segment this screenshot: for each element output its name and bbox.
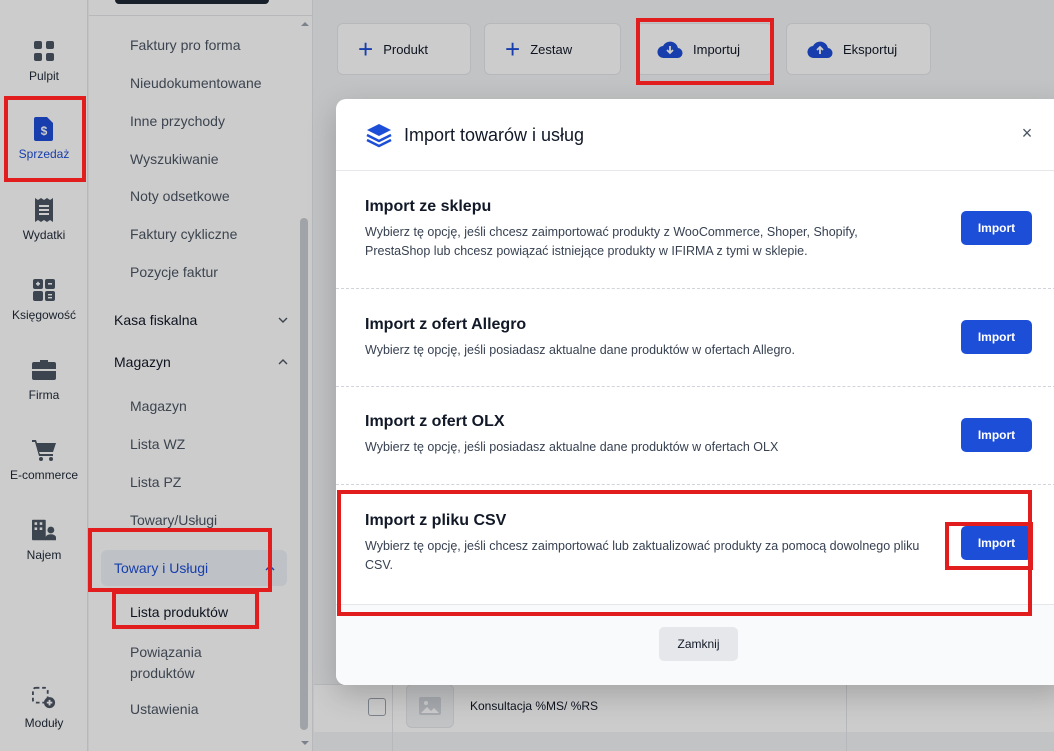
option-description: Wybierz tę opcję, jeśli chcesz zaimporto… — [365, 539, 920, 572]
import-option-csv: Import z pliku CSV Wybierz tę opcję, jeś… — [336, 485, 1054, 604]
import-modal: Import towarów i usług × Import ze sklep… — [336, 99, 1054, 685]
option-title: Import z pliku CSV — [365, 512, 507, 529]
import-csv-button[interactable]: Import — [961, 526, 1032, 560]
import-sklep-button[interactable]: Import — [961, 211, 1032, 245]
option-description: Wybierz tę opcję, jeśli posiadasz aktual… — [365, 343, 795, 357]
layers-icon — [366, 124, 392, 148]
import-allegro-button[interactable]: Import — [961, 320, 1032, 354]
modal-footer: Zamknij — [336, 604, 1054, 685]
import-option-allegro: Import z ofert Allegro Wybierz tę opcję,… — [336, 289, 1054, 387]
option-title: Import z ofert OLX — [365, 413, 505, 430]
option-description: Wybierz tę opcję, jeśli chcesz zaimporto… — [365, 225, 858, 258]
import-option-olx: Import z ofert OLX Wybierz tę opcję, jeś… — [336, 387, 1054, 485]
option-description: Wybierz tę opcję, jeśli posiadasz aktual… — [365, 440, 779, 454]
zamknij-button[interactable]: Zamknij — [659, 627, 738, 661]
close-icon[interactable]: × — [1016, 122, 1038, 144]
import-option-sklep: Import ze sklepu Wybierz tę opcję, jeśli… — [336, 171, 1054, 289]
option-title: Import z ofert Allegro — [365, 316, 527, 333]
import-olx-button[interactable]: Import — [961, 418, 1032, 452]
modal-title: Import towarów i usług — [404, 125, 585, 145]
modal-header: Import towarów i usług × — [336, 99, 1054, 171]
option-title: Import ze sklepu — [365, 198, 492, 215]
